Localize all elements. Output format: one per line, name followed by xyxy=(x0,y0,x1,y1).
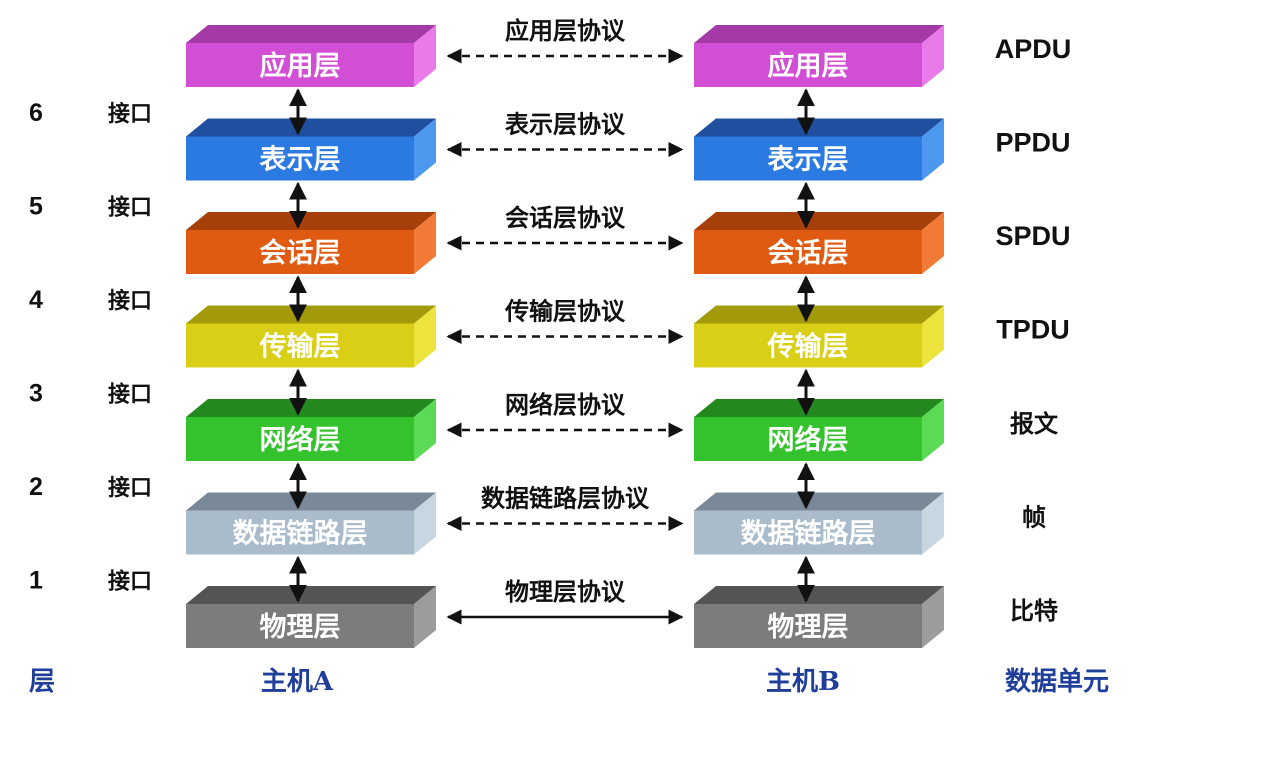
interface-number: 6 xyxy=(29,99,43,127)
host-a-layer-label: 物理层 xyxy=(260,612,341,643)
interface-label: 接口 xyxy=(108,194,152,220)
host-a-layer-label: 网络层 xyxy=(260,424,341,456)
pdu-network: 报文 xyxy=(1010,409,1059,438)
box-top-face xyxy=(694,399,944,417)
protocol-link-session: 会话层协议 xyxy=(446,203,684,251)
host-b-label: 主机B xyxy=(766,667,840,697)
protocol-label: 数据链路层协议 xyxy=(481,484,650,513)
host-b-layer-session: 会话层 xyxy=(694,212,944,274)
host-a-layer-transport: 传输层 xyxy=(186,305,436,368)
pdu-presentation: PPDU xyxy=(995,128,1070,158)
host-b-layer-label: 数据链路层 xyxy=(741,518,876,550)
data-unit-label: 数据单元 xyxy=(1005,667,1109,697)
box-top-face xyxy=(694,305,944,324)
protocol-link-physical: 物理层协议 xyxy=(446,577,684,625)
osi-diagram: 应用层表示层会话层传输层网络层数据链路层物理层 应用层表示层会话层传输层网络层数… xyxy=(29,16,1109,697)
pdu-session: SPDU xyxy=(995,221,1070,251)
pdu-transport: TPDU xyxy=(996,315,1070,345)
host-a-label: 主机A xyxy=(261,667,334,697)
host-b-layer-label: 物理层 xyxy=(768,612,849,643)
interface-label: 接口 xyxy=(108,288,152,314)
interface-label: 接口 xyxy=(108,475,152,501)
host-a-layer-label: 数据链路层 xyxy=(233,518,368,550)
protocol-link-data-link: 数据链路层协议 xyxy=(446,484,684,531)
box-top-face xyxy=(186,305,436,324)
host-a-layer-label: 会话层 xyxy=(260,238,341,269)
host-b-layer-label: 会话层 xyxy=(768,238,849,269)
interface-label: 接口 xyxy=(108,381,152,407)
interface-label: 接口 xyxy=(108,568,152,594)
host-b-layer-label: 应用层 xyxy=(768,50,849,82)
host-a-layer-network: 网络层 xyxy=(186,399,436,461)
host-a-layer-label: 表示层 xyxy=(260,145,341,176)
host-b-layer-network: 网络层 xyxy=(694,399,944,461)
layer-column-label: 层 xyxy=(29,667,55,697)
interface-label: 接口 xyxy=(108,101,152,127)
pdu-data-link: 帧 xyxy=(1022,503,1046,532)
host-b-stack: 应用层表示层会话层传输层网络层数据链路层物理层 xyxy=(694,25,944,648)
interface-number: 3 xyxy=(29,379,43,407)
box-top-face xyxy=(694,212,944,230)
box-top-face xyxy=(694,492,944,511)
host-b-layer-application: 应用层 xyxy=(694,25,944,87)
interface-number: 1 xyxy=(29,566,43,594)
host-a-layer-presentation: 表示层 xyxy=(186,118,436,181)
protocol-label: 物理层协议 xyxy=(505,577,626,606)
pdu-application: APDU xyxy=(995,34,1072,64)
host-a-layer-label: 应用层 xyxy=(260,50,341,82)
protocol-link-transport: 传输层协议 xyxy=(446,297,684,344)
interface-number: 5 xyxy=(29,192,43,220)
host-a-stack: 应用层表示层会话层传输层网络层数据链路层物理层 xyxy=(186,25,436,648)
box-top-face xyxy=(186,586,436,604)
box-top-face xyxy=(186,25,436,43)
host-a-layer-data-link: 数据链路层 xyxy=(186,492,436,555)
host-a-layer-session: 会话层 xyxy=(186,212,436,274)
host-b-layer-presentation: 表示层 xyxy=(694,118,944,181)
host-b-layer-data-link: 数据链路层 xyxy=(694,492,944,555)
pdu-physical: 比特 xyxy=(1010,596,1058,625)
protocol-label: 传输层协议 xyxy=(504,297,626,326)
protocol-label: 网络层协议 xyxy=(505,390,626,419)
protocol-link-network: 网络层协议 xyxy=(446,390,684,438)
box-top-face xyxy=(694,25,944,43)
host-a-layer-application: 应用层 xyxy=(186,25,436,87)
protocol-label: 表示层协议 xyxy=(505,110,626,139)
protocol-links: 应用层协议表示层协议会话层协议传输层协议网络层协议数据链路层协议物理层协议 xyxy=(446,16,684,625)
interface-number: 4 xyxy=(29,286,43,314)
host-b-layer-label: 传输层 xyxy=(767,331,849,363)
box-top-face xyxy=(694,586,944,604)
protocol-link-presentation: 表示层协议 xyxy=(446,110,684,157)
box-top-face xyxy=(186,399,436,417)
host-b-layer-transport: 传输层 xyxy=(694,305,944,368)
protocol-label: 会话层协议 xyxy=(505,203,626,232)
box-top-face xyxy=(186,492,436,511)
host-b-layer-label: 表示层 xyxy=(768,145,849,176)
host-a-layer-physical: 物理层 xyxy=(186,586,436,648)
host-b-layer-physical: 物理层 xyxy=(694,586,944,648)
protocol-link-application: 应用层协议 xyxy=(446,16,684,64)
box-top-face xyxy=(694,118,944,137)
protocol-label: 应用层协议 xyxy=(505,16,626,45)
box-top-face xyxy=(186,118,436,137)
box-top-face xyxy=(186,212,436,230)
pdu-column: APDU PPDU SPDU TPDU 报文帧比特 xyxy=(995,34,1072,625)
host-a-layer-label: 传输层 xyxy=(259,331,341,363)
interface-number: 2 xyxy=(29,473,43,501)
host-b-layer-label: 网络层 xyxy=(768,424,849,456)
